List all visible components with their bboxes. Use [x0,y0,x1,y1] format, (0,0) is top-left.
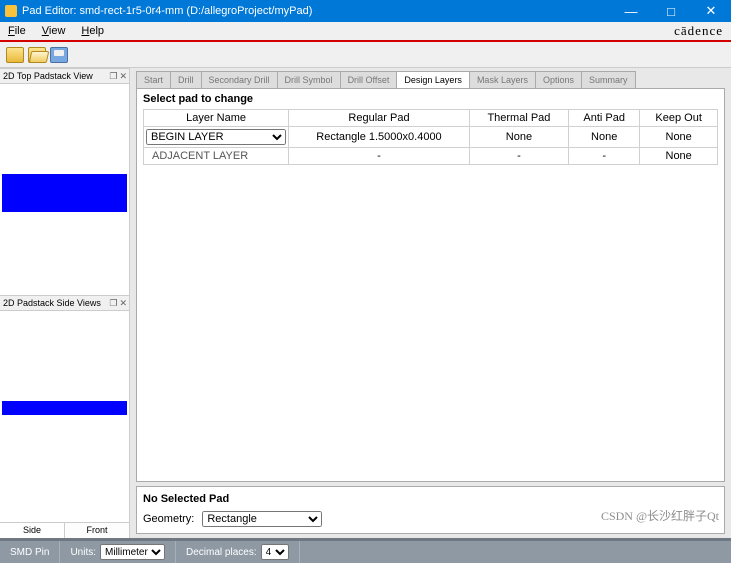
th-layer: Layer Name [144,110,289,127]
tab-start[interactable]: Start [136,71,171,88]
maximize-button[interactable]: □ [651,0,691,22]
tab-drill-symbol[interactable]: Drill Symbol [277,71,341,88]
dock-icon[interactable]: ❐ [109,298,117,309]
tab-summary[interactable]: Summary [581,71,636,88]
cell-thermal[interactable]: - [469,148,568,165]
cell-anti[interactable]: None [569,127,640,148]
menu-view[interactable]: View [34,25,74,37]
tabstrip: Start Drill Secondary Drill Drill Symbol… [130,68,731,88]
status-decimals: Decimal places: 4 [176,541,300,563]
tab-drill[interactable]: Drill [170,71,202,88]
titlebar: Pad Editor: smd-rect-1r5-0r4-mm (D:/alle… [0,0,731,22]
bottom-heading: No Selected Pad [143,493,718,505]
app-icon [5,5,17,17]
cell-regular[interactable]: - [289,148,470,165]
close-button[interactable]: ✕ [691,0,731,22]
tab-options[interactable]: Options [535,71,582,88]
table-row[interactable]: BEGIN LAYER Rectangle 1.5000x0.4000 None… [144,127,718,148]
geometry-select[interactable]: Rectangle [202,511,322,527]
cell-regular[interactable]: Rectangle 1.5000x0.4000 [289,127,470,148]
panel-top-head: 2D Top Padstack View ❐ ✕ [0,68,129,84]
tab-side[interactable]: Side [0,523,65,538]
units-select[interactable]: Millimeter [100,544,165,560]
panel-close-icon[interactable]: ✕ [119,298,127,309]
layer-select[interactable]: BEGIN LAYER [146,129,286,145]
panel-close-icon[interactable]: ✕ [119,71,127,82]
status-type: SMD Pin [0,541,60,563]
layer-table: Layer Name Regular Pad Thermal Pad Anti … [143,109,718,165]
panel-side-title: 2D Padstack Side Views [3,298,101,308]
decimals-label: Decimal places: [186,547,257,558]
brand-label: cādence [674,23,723,39]
content-pane: Select pad to change Layer Name Regular … [136,88,725,482]
th-regular: Regular Pad [289,110,470,127]
side-view-tabs: Side Front [0,522,129,538]
decimals-select[interactable]: 4 [261,544,289,560]
units-label: Units: [70,547,96,558]
cell-keep[interactable]: None [640,148,718,165]
table-row[interactable]: ADJACENT LAYER - - - None [144,148,718,165]
th-keep: Keep Out [640,110,718,127]
tab-drill-offset[interactable]: Drill Offset [340,71,398,88]
left-column: 2D Top Padstack View ❐ ✕ 2D Padstack Sid… [0,68,130,538]
menubar: File View Help cādence [0,22,731,42]
panel-top-title: 2D Top Padstack View [3,71,93,81]
geometry-label: Geometry: [143,513,194,525]
pad-top-shape [2,174,127,212]
tab-mask-layers[interactable]: Mask Layers [469,71,536,88]
workspace: 2D Top Padstack View ❐ ✕ 2D Padstack Sid… [0,68,731,538]
minimize-button[interactable]: — [611,0,651,22]
dock-icon[interactable]: ❐ [109,71,117,82]
window-title: Pad Editor: smd-rect-1r5-0r4-mm (D:/alle… [22,5,312,17]
cell-layer: ADJACENT LAYER [144,148,289,165]
statusbar: SMD Pin Units: Millimeter Decimal places… [0,541,731,563]
th-thermal: Thermal Pad [469,110,568,127]
open-icon[interactable] [28,47,46,63]
watermark: CSDN @长沙红胖子Qt [601,507,719,524]
content-heading: Select pad to change [143,93,718,105]
menu-help[interactable]: Help [73,25,112,37]
panel-side-head: 2D Padstack Side Views ❐ ✕ [0,295,129,311]
pad-side-shape [2,401,127,415]
tab-front[interactable]: Front [65,523,129,538]
tab-secondary-drill[interactable]: Secondary Drill [201,71,278,88]
main-column: Start Drill Secondary Drill Drill Symbol… [130,68,731,538]
tab-design-layers[interactable]: Design Layers [396,71,470,88]
side-view-canvas[interactable] [0,311,129,522]
cell-keep[interactable]: None [640,127,718,148]
th-anti: Anti Pad [569,110,640,127]
cell-thermal[interactable]: None [469,127,568,148]
status-units: Units: Millimeter [60,541,176,563]
table-header-row: Layer Name Regular Pad Thermal Pad Anti … [144,110,718,127]
save-icon[interactable] [50,47,68,63]
top-view-canvas[interactable] [0,84,129,295]
new-icon[interactable] [6,47,24,63]
menu-file[interactable]: File [0,25,34,37]
cell-anti[interactable]: - [569,148,640,165]
toolbar [0,42,731,68]
